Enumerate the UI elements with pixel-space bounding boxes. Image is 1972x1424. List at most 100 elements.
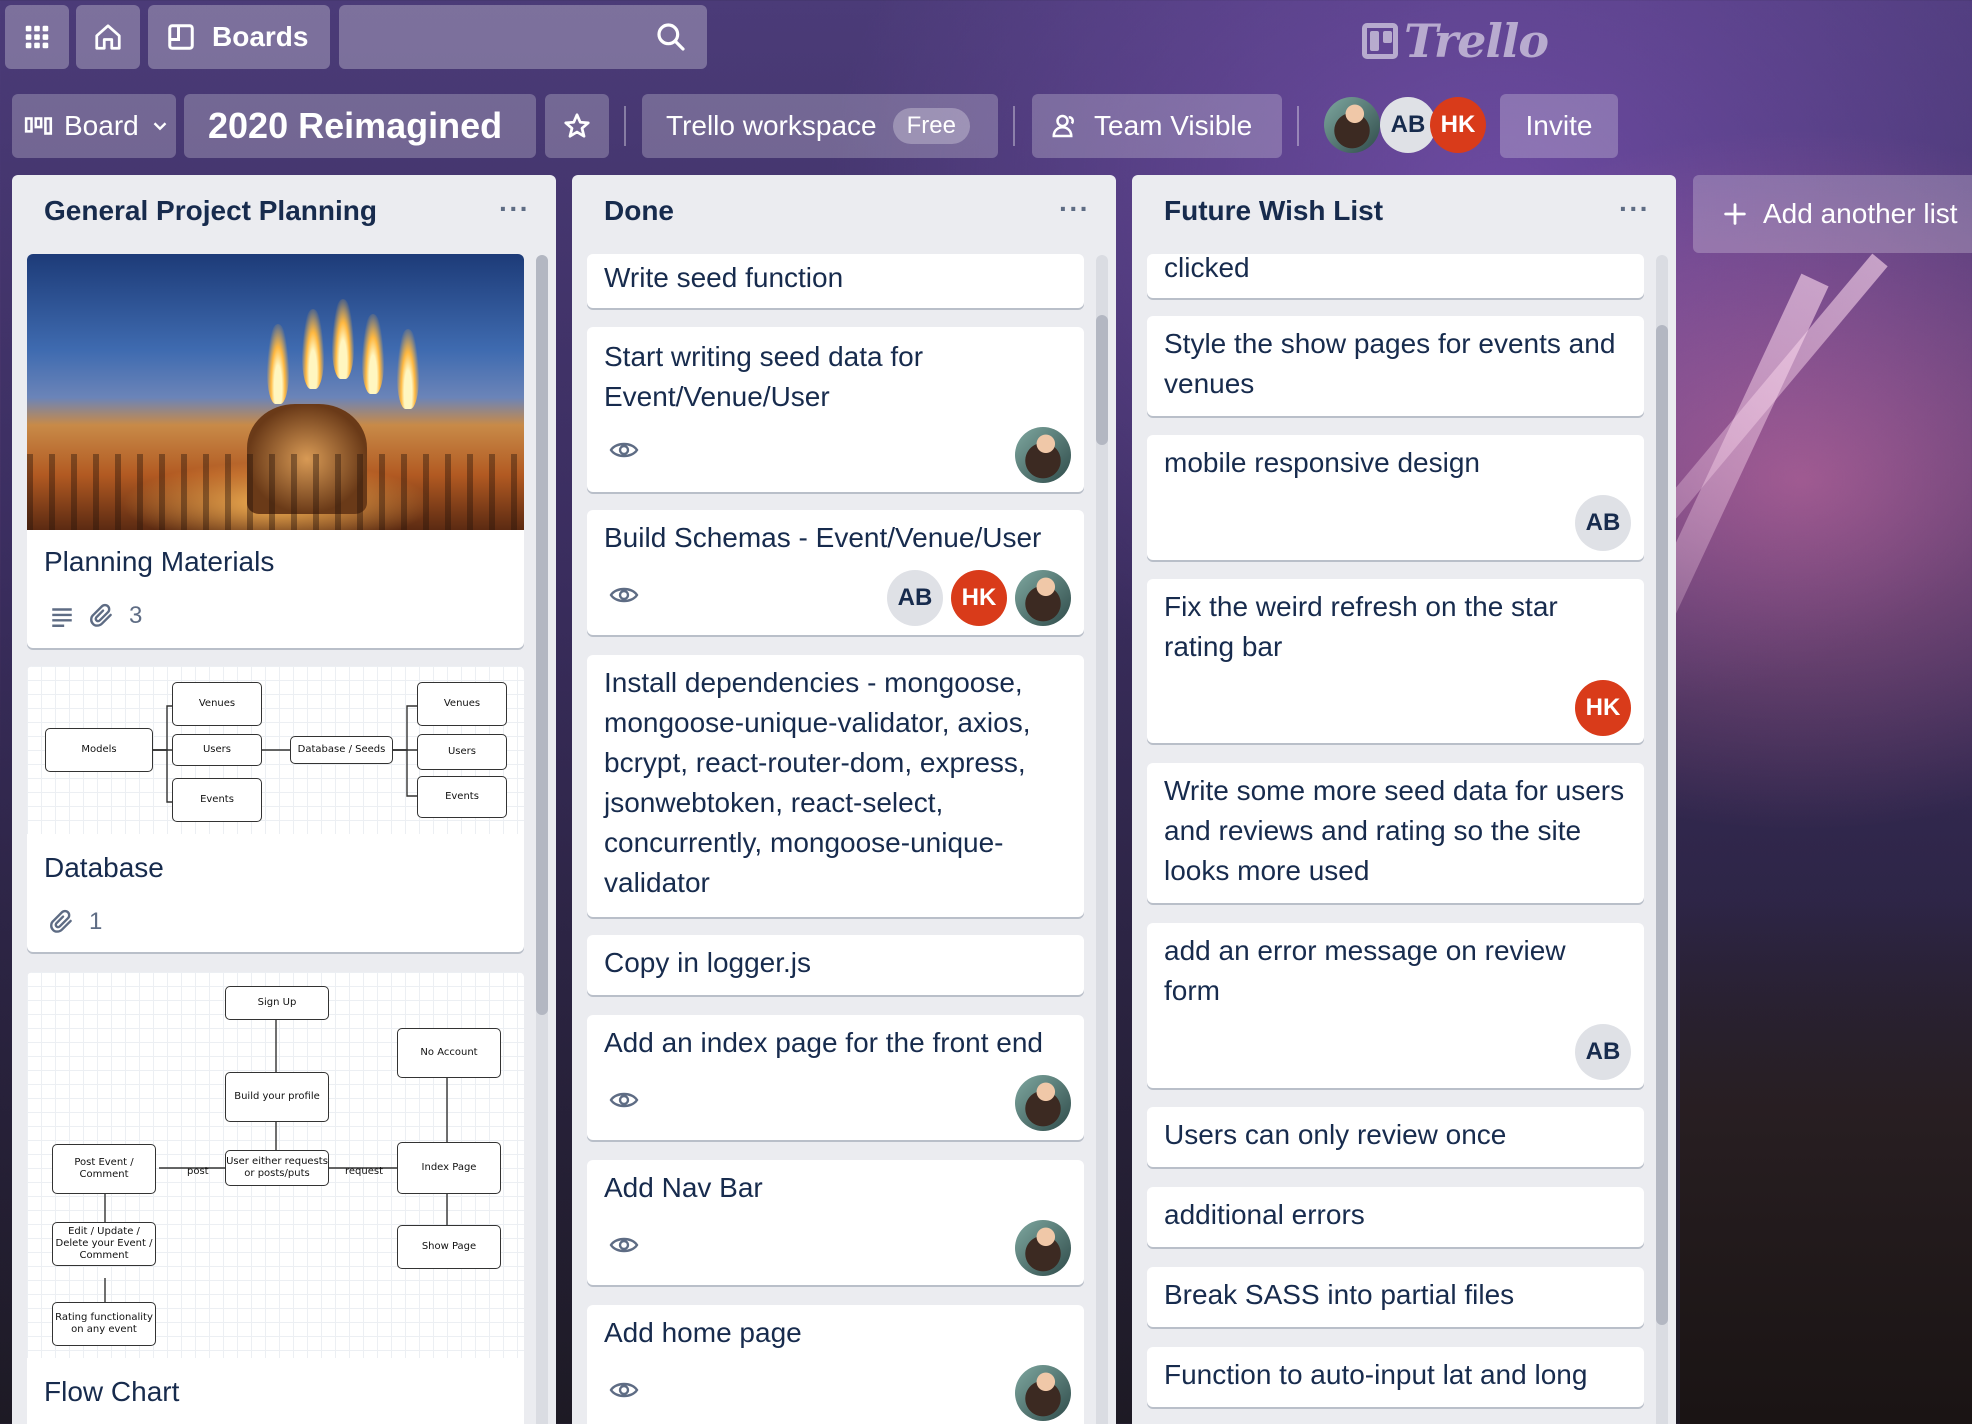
boards-label: Boards: [212, 21, 309, 52]
diagram-node: Events: [417, 776, 507, 818]
card-clicked[interactable]: clicked: [1147, 252, 1644, 298]
card-start-writing-seed-data[interactable]: Start writing seed data for Event/Venue/…: [587, 327, 1084, 492]
member-avatar-photo[interactable]: [1015, 570, 1071, 626]
free-badge: Free: [892, 108, 970, 144]
diagram-node: Build your profile: [225, 1072, 329, 1122]
description-icon: [52, 608, 72, 627]
card-review-once[interactable]: Users can only review once: [1147, 1107, 1644, 1167]
divider: [1297, 106, 1299, 146]
star-button[interactable]: [545, 94, 609, 158]
boards-button[interactable]: Boards: [148, 5, 330, 69]
card-title: Style the show pages for events and venu…: [1164, 328, 1616, 399]
list-menu-button[interactable]: ···: [499, 193, 530, 225]
diagram-node: Index Page: [397, 1142, 501, 1194]
card-flow-chart[interactable]: Sign Up No Account Build your profile Po…: [27, 972, 524, 1424]
card-error-message-review[interactable]: add an error message on review form AB: [1147, 923, 1644, 1088]
board-title[interactable]: 2020 Reimagined: [184, 94, 536, 158]
trello-logo-icon: [1362, 23, 1398, 59]
home-button[interactable]: [76, 5, 140, 69]
card-title: Users can only review once: [1164, 1119, 1507, 1150]
workspace-label: Trello workspace: [666, 110, 877, 141]
card-title: Database: [44, 852, 164, 883]
attachment-icon: [50, 909, 72, 933]
card-write-seed-function[interactable]: Write seed function: [587, 254, 1084, 308]
card-title: Write some more seed data for users and …: [1164, 775, 1625, 886]
member-avatar-hk[interactable]: HK: [1430, 97, 1486, 153]
card-title: additional errors: [1164, 1199, 1365, 1230]
add-list-button[interactable]: Add another list: [1693, 175, 1972, 253]
card-database[interactable]: Models Venues Users Events Database / Se…: [27, 666, 524, 952]
card-mobile-responsive[interactable]: mobile responsive design AB: [1147, 435, 1644, 560]
database-diagram-image: Models Venues Users Events Database / Se…: [27, 666, 524, 834]
member-avatar-photo[interactable]: [1015, 1075, 1071, 1131]
attachment-count: 1: [89, 908, 103, 935]
card-title: Add home page: [604, 1317, 802, 1348]
edge-label: request: [345, 1166, 384, 1177]
card-more-seed-data[interactable]: Write some more seed data for users and …: [1147, 763, 1644, 903]
member-avatar-hk[interactable]: HK: [1575, 680, 1631, 736]
watch-icon: [609, 587, 639, 603]
board-view-icon: [24, 117, 53, 135]
watch-icon: [609, 1092, 639, 1108]
scrollbar[interactable]: [536, 255, 548, 1424]
diagram-node: User either requests or posts/puts: [225, 1150, 329, 1186]
list-done: Done ··· Write seed function Start writi…: [572, 175, 1116, 1424]
card-planning-materials[interactable]: Planning Materials 3: [27, 254, 524, 648]
diagram-node: Venues: [417, 682, 507, 726]
card-title: mobile responsive design: [1164, 447, 1480, 478]
card-auto-input-lat-long[interactable]: Function to auto-input lat and long: [1147, 1347, 1644, 1407]
card-index-page[interactable]: Add an index page for the front end: [587, 1015, 1084, 1140]
member-avatar-photo[interactable]: [1015, 1365, 1071, 1421]
visibility-button[interactable]: Team Visible: [1032, 94, 1282, 158]
scroll-thumb[interactable]: [536, 255, 548, 1015]
member-avatar-photo[interactable]: [1015, 1220, 1071, 1276]
card-additional-errors[interactable]: additional errors: [1147, 1187, 1644, 1247]
member-avatar-photo[interactable]: [1015, 427, 1071, 483]
apps-button[interactable]: [5, 5, 69, 69]
card-title: Add an index page for the front end: [604, 1027, 1043, 1058]
scrollbar[interactable]: [1096, 255, 1108, 1424]
search-input[interactable]: [339, 5, 707, 69]
card-add-nav-bar[interactable]: Add Nav Bar: [587, 1160, 1084, 1285]
diagram-node: Sign Up: [225, 986, 329, 1020]
list-menu-button[interactable]: ···: [1059, 193, 1090, 225]
member-avatar-ab[interactable]: AB: [1575, 1024, 1631, 1080]
member-avatar-ab[interactable]: AB: [1380, 97, 1436, 153]
diagram-node: Rating functionality on any event: [52, 1302, 156, 1346]
card-copy-logger[interactable]: Copy in logger.js: [587, 935, 1084, 995]
card-add-home-page[interactable]: Add home page: [587, 1305, 1084, 1424]
card-title: clicked: [1164, 252, 1250, 283]
member-avatar-photo[interactable]: [1324, 97, 1380, 153]
card-build-schemas[interactable]: Build Schemas - Event/Venue/User AB HK: [587, 510, 1084, 635]
card-title: Write seed function: [604, 262, 844, 293]
list-title[interactable]: Done: [604, 195, 674, 227]
scrollbar[interactable]: [1656, 255, 1668, 1424]
card-title: Flow Chart: [44, 1376, 180, 1407]
watch-icon: [609, 442, 639, 458]
card-title: Fix the weird refresh on the star rating…: [1164, 591, 1558, 662]
top-header: Boards Trello: [0, 0, 1972, 78]
member-avatar-ab[interactable]: AB: [887, 570, 943, 626]
card-install-dependencies[interactable]: Install dependencies - mongoose, mongoos…: [587, 655, 1084, 917]
card-break-sass[interactable]: Break SASS into partial files: [1147, 1267, 1644, 1327]
flow-chart-image: Sign Up No Account Build your profile Po…: [27, 972, 524, 1358]
card-title: Planning Materials: [44, 546, 275, 577]
member-avatar-ab[interactable]: AB: [1575, 495, 1631, 551]
list-menu-button[interactable]: ···: [1619, 193, 1650, 225]
invite-button[interactable]: Invite: [1500, 94, 1618, 158]
member-avatar-hk[interactable]: HK: [951, 570, 1007, 626]
card-badges: 1: [49, 902, 102, 942]
scroll-thumb[interactable]: [1656, 325, 1668, 1325]
divider: [624, 106, 626, 146]
card-style-show-pages[interactable]: Style the show pages for events and venu…: [1147, 316, 1644, 416]
board-view-switcher[interactable]: Board: [12, 94, 176, 158]
card-title: Function to auto-input lat and long: [1164, 1359, 1588, 1390]
list-title[interactable]: Future Wish List: [1164, 195, 1383, 227]
card-fix-star-rating[interactable]: Fix the weird refresh on the star rating…: [1147, 579, 1644, 743]
scroll-thumb[interactable]: [1096, 315, 1108, 445]
diagram-node: Venues: [172, 682, 262, 726]
trello-logo[interactable]: Trello: [1362, 14, 1549, 68]
list-title[interactable]: General Project Planning: [44, 195, 377, 227]
workspace-button[interactable]: Trello workspace Free: [642, 94, 998, 158]
diagram-node: Users: [172, 734, 262, 766]
